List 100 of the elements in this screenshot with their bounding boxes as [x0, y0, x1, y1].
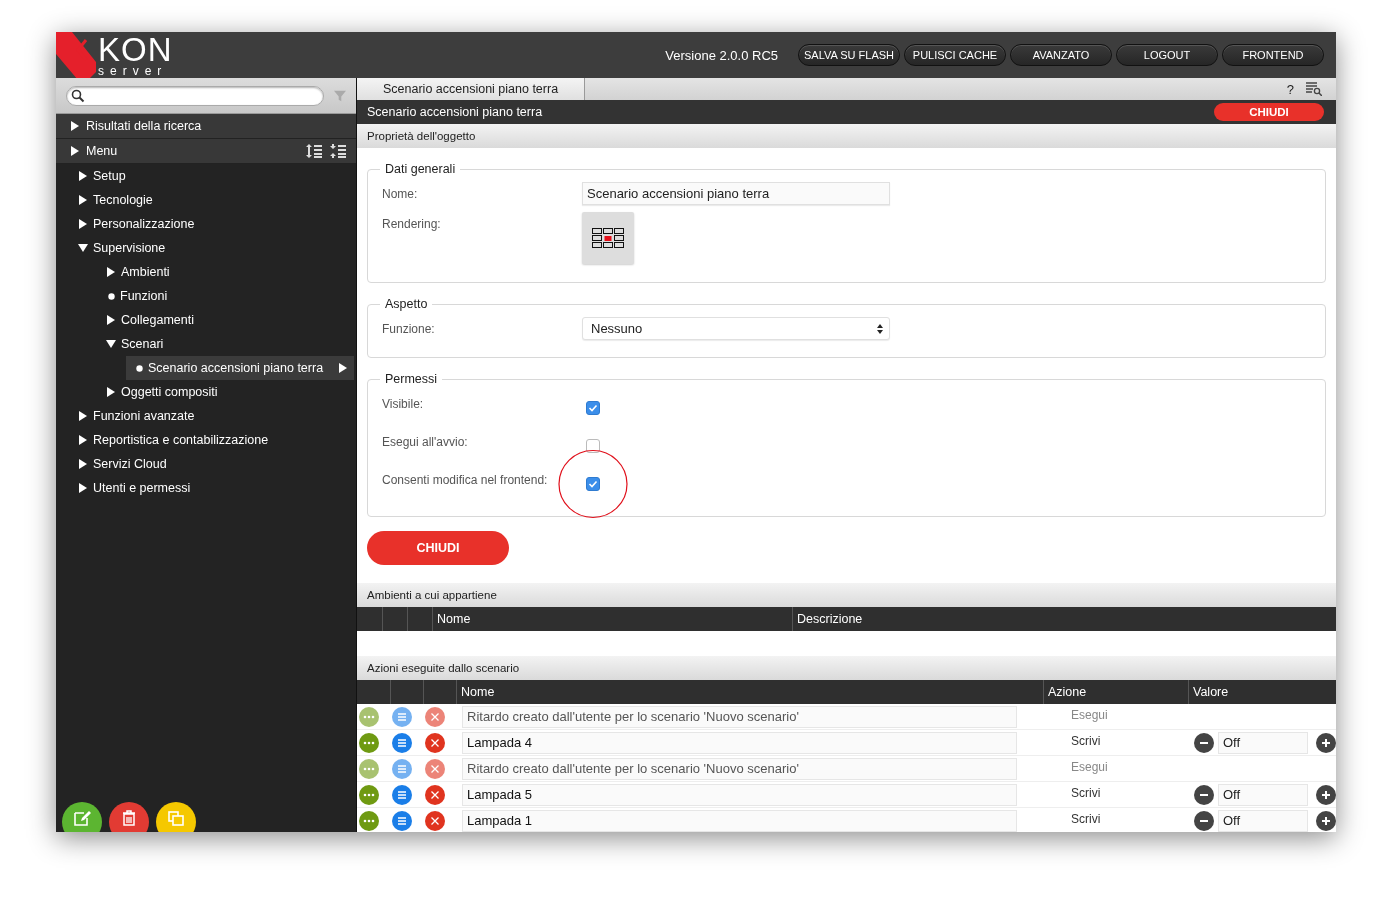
bullet-icon [108, 292, 115, 300]
updown-caret-icon [877, 323, 883, 334]
field-label: Consenti modifica nel frontend: [382, 472, 549, 487]
group-legend: Dati generali [380, 162, 461, 176]
copy-button[interactable] [156, 802, 196, 832]
tree-item[interactable]: Utenti e permessi [93, 481, 191, 495]
copy-icon [167, 809, 185, 827]
list-icon [396, 762, 408, 775]
edit-button[interactable] [62, 802, 102, 832]
tree-item[interactable]: Servizi Cloud [93, 457, 167, 471]
action-text: Scrivi [1070, 733, 1102, 748]
version-label: Versione 2.0.0 RC5 [665, 47, 778, 63]
caret-right-icon [338, 363, 348, 373]
decrease-button[interactable] [1194, 732, 1214, 753]
column-header: Azione [1043, 680, 1188, 704]
plus-icon [1321, 815, 1331, 826]
tree-item[interactable]: Scenario accensioni piano terra [148, 361, 324, 375]
field-label: Rendering: [382, 216, 442, 231]
increase-button[interactable] [1316, 810, 1336, 831]
panel-title: Scenario accensioni piano terra [367, 105, 543, 119]
tree-item[interactable]: Tecnologie [93, 193, 153, 207]
close-icon [429, 788, 441, 801]
plus-icon [1321, 737, 1331, 748]
decrease-button[interactable] [1194, 810, 1214, 831]
group-legend: Permessi [380, 372, 443, 386]
options-button[interactable] [359, 784, 379, 805]
close-icon [429, 736, 441, 749]
tree-item[interactable]: Collegamenti [121, 313, 194, 327]
value-field[interactable]: Off [1218, 809, 1308, 832]
close-button[interactable]: CHIUDI [1214, 103, 1324, 121]
tree-item[interactable]: Scenari [121, 337, 164, 351]
expand-all-icon[interactable] [306, 144, 322, 158]
list-search-icon[interactable] [1306, 82, 1322, 96]
tree-item[interactable]: Ambienti [121, 265, 170, 279]
tree-item[interactable]: Funzioni [120, 289, 168, 303]
grid-icon [592, 227, 624, 249]
close-icon [429, 814, 441, 827]
tree-item[interactable]: Setup [93, 169, 126, 183]
close-icon [429, 762, 441, 775]
details-button[interactable] [392, 784, 412, 805]
field-label: Visibile: [382, 396, 425, 411]
section-header: Ambienti a cui appartiene [357, 583, 1336, 607]
logo-subtitle: server [98, 65, 168, 77]
help-link[interactable]: ? [1286, 81, 1294, 97]
tab[interactable]: Scenario accensioni piano terra [357, 78, 586, 100]
tree-item[interactable]: Personalizzazione [93, 217, 195, 231]
collapse-all-icon[interactable] [330, 144, 346, 158]
options-button[interactable] [359, 732, 379, 753]
bullet-icon [136, 364, 143, 372]
action-text: Esegui [1070, 707, 1109, 722]
increase-button[interactable] [1316, 784, 1336, 805]
name-field[interactable]: Lampada 1 [462, 809, 1017, 832]
field-label: Esegui all'avvio: [382, 434, 469, 449]
field-label: Funzione: [382, 321, 436, 336]
name-field[interactable]: Lampada 4 [462, 731, 1017, 754]
search-field[interactable] [66, 85, 324, 106]
list-icon [396, 788, 408, 801]
checkbox[interactable] [586, 477, 600, 491]
name-field[interactable]: Scenario accensioni piano terra [582, 182, 890, 205]
value-field[interactable]: Off [1218, 731, 1308, 754]
details-button[interactable] [392, 732, 412, 753]
plus-icon [1321, 789, 1331, 800]
logo-mark-icon [56, 32, 96, 78]
section-header[interactable]: Menu [86, 144, 118, 158]
column-header: Nome [432, 607, 792, 631]
column-header: Valore [1188, 680, 1336, 704]
options-button[interactable] [359, 810, 379, 831]
checkbox[interactable] [586, 401, 600, 415]
trash-icon [120, 809, 138, 827]
section-header: Azioni eseguite dallo scenario [357, 656, 1336, 680]
section-header: Proprietà dell'oggetto [357, 124, 1336, 148]
tree-item[interactable]: Oggetti compositi [121, 385, 218, 399]
name-field[interactable]: Lampada 5 [462, 783, 1017, 806]
column-header: Nome [456, 680, 1043, 704]
function-dropdown[interactable]: Nessuno [582, 317, 890, 340]
details-button[interactable] [392, 810, 412, 831]
decrease-button[interactable] [1194, 784, 1214, 805]
rendering-button[interactable] [582, 212, 634, 264]
action-text: Scrivi [1070, 811, 1102, 826]
action-text: Esegui [1070, 759, 1109, 774]
tree-item[interactable]: Reportistica e contabilizzazione [93, 433, 269, 447]
group-legend: Aspetto [380, 297, 433, 311]
delete-button[interactable] [109, 802, 149, 832]
field-label: Nome: [382, 186, 419, 201]
check-icon [587, 402, 599, 414]
checkbox[interactable] [586, 439, 600, 453]
logo-text: KON [98, 35, 173, 64]
check-icon [587, 478, 599, 490]
column-header: Descrizione [792, 607, 1336, 631]
list-icon [396, 814, 408, 827]
close-icon [429, 710, 441, 723]
list-icon [396, 736, 408, 749]
tree-item[interactable]: Supervisione [93, 241, 166, 255]
edit-icon [73, 809, 91, 827]
increase-button[interactable] [1316, 732, 1336, 753]
value-field[interactable]: Off [1218, 783, 1308, 806]
tree-item[interactable]: Funzioni avanzate [93, 409, 195, 423]
list-icon [396, 710, 408, 723]
close-button[interactable]: CHIUDI [367, 531, 509, 565]
action-text: Scrivi [1070, 785, 1102, 800]
